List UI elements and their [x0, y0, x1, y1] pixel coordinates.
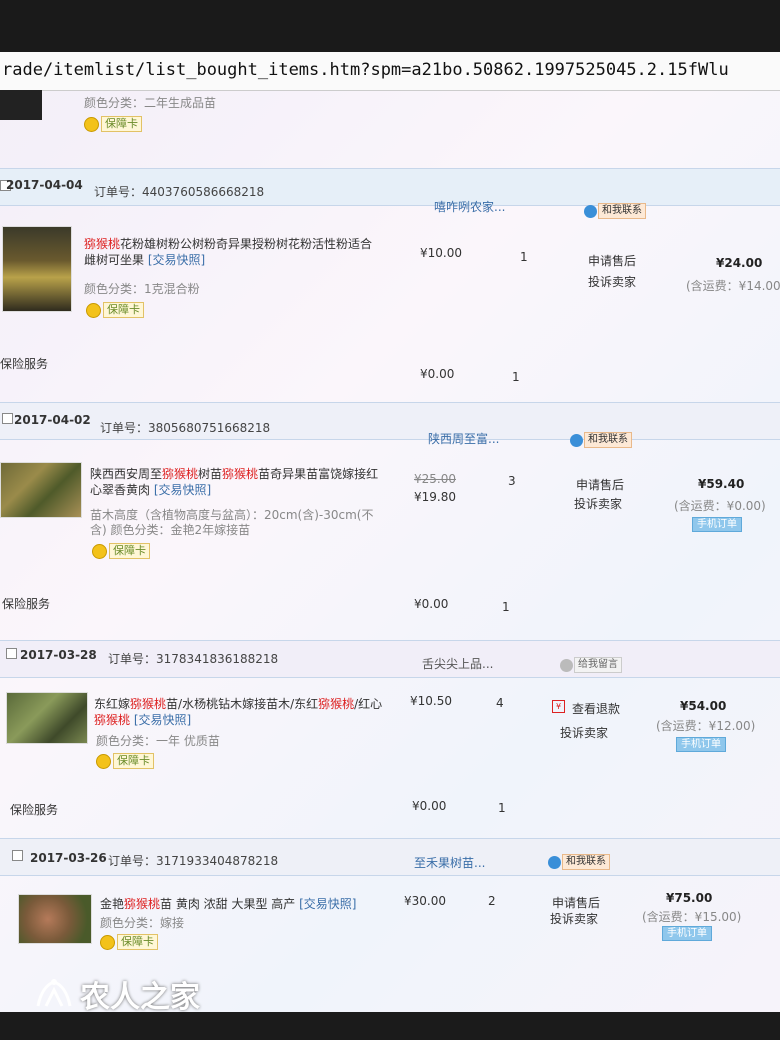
guarantee-badge[interactable]: 保障卡: [100, 934, 158, 950]
insurance-price: ¥0.00: [412, 799, 447, 813]
shop-name-link[interactable]: 舌尖尖上品...: [422, 655, 493, 672]
insurance-qty: 1: [512, 370, 520, 384]
unit-price: ¥10.50: [410, 694, 452, 708]
shipping-fee: (含运费：¥0.00): [674, 499, 766, 513]
complain-seller-link[interactable]: 投诉卖家: [550, 910, 598, 927]
insurance-qty: 1: [498, 801, 506, 815]
order-number: 订单号：4403760586668218: [94, 185, 265, 199]
guarantee-icon: [96, 753, 111, 769]
guarantee-badge[interactable]: 保障卡: [96, 753, 154, 769]
order-date: 2017-03-26: [30, 851, 107, 865]
quantity: 4: [496, 696, 504, 710]
product-title-link[interactable]: 陕西西安周至猕猴桃树苗猕猴桃苗奇异果苗富饶嫁接红心翠香黄肉 [交易快照]: [90, 466, 390, 498]
complain-seller-link[interactable]: 投诉卖家: [588, 273, 636, 290]
guarantee-icon: [86, 302, 101, 318]
shop-name-link[interactable]: 嘻咋咧农家...: [434, 198, 505, 215]
guarantee-badge[interactable]: 保障卡: [92, 543, 150, 559]
unit-price: ¥30.00: [404, 894, 446, 908]
quantity: 2: [488, 894, 496, 908]
monitor-bottom-bezel: [0, 1012, 780, 1040]
trade-snapshot-link[interactable]: [交易快照]: [148, 253, 205, 267]
monitor-top-bezel: [0, 0, 780, 52]
after-sale-link[interactable]: 申请售后: [552, 894, 600, 911]
product-title-link[interactable]: 金艳猕猴桃苗 黄肉 浓甜 大果型 高产 [交易快照]: [100, 895, 357, 912]
after-sale-link[interactable]: 申请售后: [588, 252, 636, 269]
product-thumbnail[interactable]: [2, 226, 72, 312]
leave-message-button[interactable]: 给我留言: [560, 657, 622, 673]
order-select-checkbox[interactable]: [12, 850, 23, 861]
product-title-link[interactable]: 猕猴桃花粉雄树粉公树粉奇异果授粉树花粉活性粉适合雌树可坐果 [交易快照]: [84, 236, 384, 268]
order-total: ¥59.40: [698, 477, 745, 491]
unit-price: ¥10.00: [420, 246, 462, 260]
order-select-checkbox[interactable]: [2, 413, 13, 424]
refund-icon: ¥: [552, 700, 565, 713]
chat-icon: [570, 433, 583, 447]
product-spec: 颜色分类：1克混合粉: [84, 282, 200, 296]
mobile-order-tag: 手机订单: [662, 926, 712, 941]
complain-seller-link[interactable]: 投诉卖家: [574, 495, 622, 512]
insurance-price: ¥0.00: [414, 597, 449, 611]
chat-icon: [584, 204, 597, 218]
page-header-fragment: [0, 90, 42, 120]
product-thumbnail[interactable]: [6, 692, 88, 744]
trade-snapshot-link[interactable]: [交易快照]: [299, 897, 356, 911]
order-date: 2017-04-02: [14, 413, 91, 427]
guarantee-icon: [84, 116, 99, 132]
prev-item-spec: 颜色分类：二年生成品苗: [84, 96, 217, 110]
guarantee-badge[interactable]: 保障卡: [84, 116, 142, 132]
quantity: 1: [520, 250, 528, 264]
order-total: ¥54.00: [680, 699, 727, 713]
order-date: 2017-03-28: [20, 648, 97, 662]
order-select-checkbox[interactable]: [6, 648, 17, 659]
mobile-order-tag: 手机订单: [676, 737, 726, 752]
product-spec: 苗木高度（含植物高度与盆高）：20cm(含)-30cm(不含) 颜色分类：金艳2…: [90, 508, 374, 537]
complain-seller-link[interactable]: 投诉卖家: [560, 724, 608, 741]
insurance-price: ¥0.00: [420, 367, 455, 381]
trade-snapshot-link[interactable]: [交易快照]: [154, 483, 211, 497]
order-total: ¥75.00: [666, 891, 713, 905]
watermark-logo-icon: [36, 979, 72, 1007]
original-price: ¥25.00: [414, 472, 456, 486]
view-refund-link[interactable]: 查看退款: [572, 700, 620, 717]
shop-name-link[interactable]: 至禾果树苗...: [414, 854, 485, 871]
url-text[interactable]: rade/itemlist/list_bought_items.htm?spm=…: [2, 60, 729, 80]
message-icon: [560, 658, 573, 672]
unit-price: ¥19.80: [414, 490, 456, 504]
chat-icon: [548, 855, 561, 869]
product-title-link[interactable]: 东红嫁猕猴桃苗/水杨桃钻木嫁接苗木/东红猕猴桃/红心猕猴桃 [交易快照]: [94, 696, 384, 728]
order-date: 2017-04-04: [6, 178, 83, 192]
order-number: 订单号：3178341836188218: [108, 652, 279, 666]
order-number: 订单号：3171933404878218: [108, 854, 279, 868]
trade-snapshot-link[interactable]: [交易快照]: [134, 713, 191, 727]
after-sale-link[interactable]: 申请售后: [576, 476, 624, 493]
order-total: ¥24.00: [716, 256, 763, 270]
insurance-label: 保险服务: [0, 357, 49, 371]
guarantee-icon: [100, 934, 115, 950]
shipping-fee: (含运费：¥14.00): [686, 279, 780, 293]
shipping-fee: (含运费：¥15.00): [642, 910, 742, 924]
insurance-label: 保险服务: [2, 597, 51, 611]
contact-seller-button[interactable]: 和我联系: [570, 432, 632, 448]
address-bar[interactable]: rade/itemlist/list_bought_items.htm?spm=…: [0, 52, 780, 91]
insurance-qty: 1: [502, 600, 510, 614]
order-number: 订单号：3805680751668218: [100, 421, 271, 435]
shipping-fee: (含运费：¥12.00): [656, 719, 756, 733]
contact-seller-button[interactable]: 和我联系: [584, 203, 646, 219]
guarantee-badge[interactable]: 保障卡: [86, 302, 144, 318]
product-thumbnail[interactable]: [0, 462, 82, 518]
insurance-label: 保险服务: [10, 803, 59, 817]
shop-name-link[interactable]: 陕西周至富...: [428, 430, 499, 447]
product-spec: 颜色分类：嫁接: [100, 916, 185, 930]
contact-seller-button[interactable]: 和我联系: [548, 854, 610, 870]
product-spec: 颜色分类：一年 优质苗: [96, 734, 220, 748]
mobile-order-tag: 手机订单: [692, 517, 742, 532]
watermark: 农人之家: [34, 972, 200, 1016]
quantity: 3: [508, 474, 516, 488]
product-thumbnail[interactable]: [18, 894, 92, 944]
guarantee-icon: [92, 543, 107, 559]
